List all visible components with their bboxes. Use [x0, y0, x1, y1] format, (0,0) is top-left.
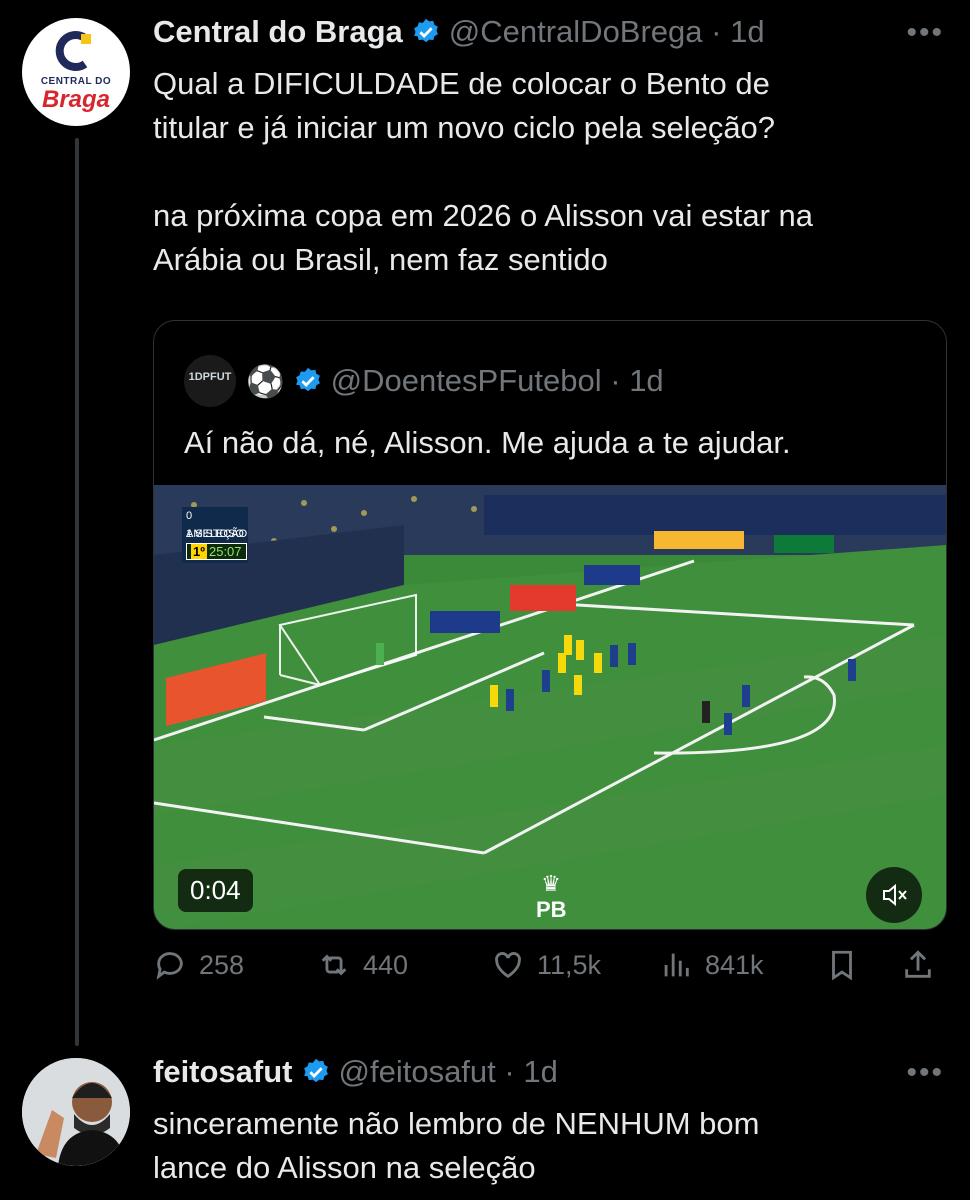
like-count: 11,5k: [537, 949, 602, 980]
share-icon: [905, 950, 931, 978]
reply-time[interactable]: 1d: [523, 1054, 557, 1090]
video-player[interactable]: 0 AMISTOSO 1 SELEÇÃO 1º 25:07 0:04 ♛ PB: [154, 485, 946, 929]
verified-badge-icon: [413, 18, 438, 43]
verified-badge-icon: [303, 1058, 328, 1083]
separator-dot: ·: [601, 363, 630, 398]
quote-avatar[interactable]: 1DPFUT: [184, 355, 236, 407]
share-button[interactable]: [901, 948, 947, 982]
reply-more-icon[interactable]: •••: [906, 1056, 944, 1090]
reply-author-handle[interactable]: @feitosafut: [339, 1054, 496, 1090]
more-icon[interactable]: •••: [906, 16, 944, 50]
reply-header: feitosafut @feitosafut · 1d: [153, 1054, 558, 1090]
like-button[interactable]: 11,5k: [491, 948, 601, 982]
reply-text: sinceramente não lembro de NENHUM bom la…: [153, 1106, 760, 1185]
speaker-muted-icon: [883, 883, 907, 907]
heart-icon: [495, 952, 521, 979]
separator-dot: ·: [702, 14, 731, 49]
views-button[interactable]: 841k: [659, 948, 764, 982]
reply-icon: [156, 952, 183, 980]
bookmark-icon: [832, 950, 852, 981]
quote-text: Aí não dá, né, Alisson. Me ajuda a te aj…: [184, 425, 791, 460]
bookmark-button[interactable]: [825, 948, 871, 982]
repost-icon: [321, 954, 347, 976]
reply-count: 258: [199, 949, 245, 980]
home-score: 0 AMISTOSO: [186, 510, 244, 540]
views-chart-icon: [664, 953, 689, 977]
quote-time[interactable]: 1d: [629, 363, 663, 399]
tweet-text: Qual a DIFICULDADE de colocar o Bento de…: [153, 66, 813, 277]
author-avatar[interactable]: CENTRAL DO Braga: [22, 18, 130, 126]
view-count: 841k: [705, 949, 764, 980]
reply-button[interactable]: 258: [153, 948, 244, 982]
verified-badge-icon: [295, 367, 320, 392]
watermark-crown-icon: ♛ PB: [536, 871, 567, 922]
tweet-time[interactable]: 1d: [730, 14, 764, 50]
author-handle[interactable]: @CentralDoBrega: [449, 14, 703, 50]
brand-logo-icon: [55, 31, 91, 71]
tweet-header: Central do Braga @CentralDoBrega · 1d: [153, 14, 765, 50]
away-score: 1 SELEÇÃO: [186, 528, 248, 540]
quoted-tweet[interactable]: 1DPFUT ⚽ @DoentesPFutebol · 1d Aí não dá…: [153, 320, 947, 930]
author-name[interactable]: Central do Braga: [153, 14, 403, 50]
tweet-actions: 258 440 11,5k 841k: [153, 948, 947, 998]
match-clock: 1º 25:07: [186, 543, 247, 560]
avatar-brand-big: Braga: [41, 86, 111, 113]
quote-avatar-label: 1DPFUT: [188, 371, 232, 383]
person-photo-icon: [22, 1058, 130, 1166]
separator-dot: ·: [495, 1054, 524, 1089]
quote-header: 1DPFUT ⚽ @DoentesPFutebol · 1d: [184, 355, 664, 407]
mute-button[interactable]: [866, 867, 922, 923]
video-duration: 0:04: [178, 869, 253, 912]
repost-count: 440: [363, 949, 409, 980]
reply-author-avatar[interactable]: [22, 1058, 130, 1166]
reply-author-name[interactable]: feitosafut: [153, 1054, 293, 1090]
quote-author-name[interactable]: ⚽: [246, 363, 285, 400]
video-frame: [154, 485, 946, 929]
thread-line: [75, 138, 79, 1046]
quote-author-handle[interactable]: @DoentesPFutebol: [331, 363, 602, 399]
repost-button[interactable]: 440: [317, 948, 408, 982]
